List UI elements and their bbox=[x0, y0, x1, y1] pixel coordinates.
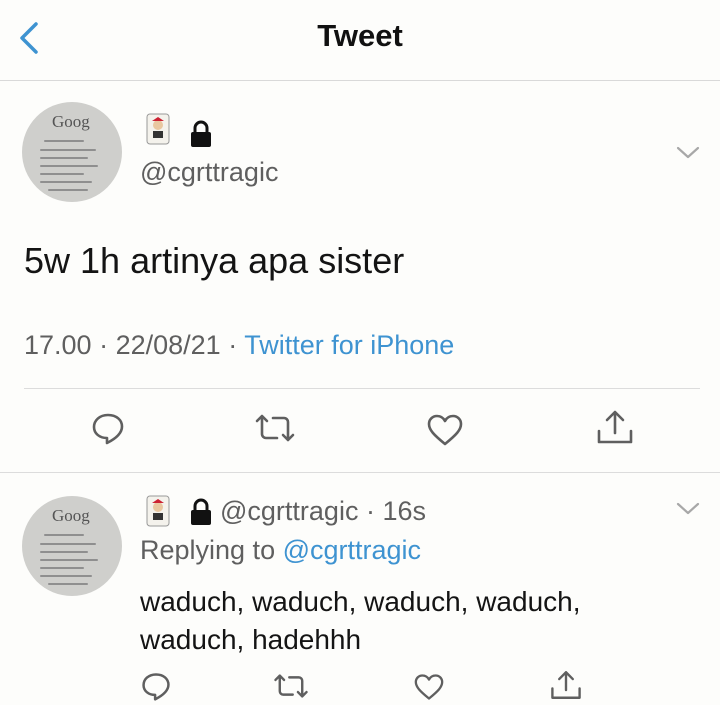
like-button[interactable] bbox=[426, 413, 464, 447]
reply-age: 16s bbox=[382, 496, 426, 526]
share-icon bbox=[597, 410, 633, 444]
reply-handle[interactable]: @cgrttragic bbox=[220, 496, 358, 526]
like-button[interactable] bbox=[413, 673, 445, 701]
retweet-button[interactable] bbox=[272, 672, 310, 700]
tweet-time: 17.00 bbox=[24, 330, 92, 360]
avatar[interactable]: Goog bbox=[22, 102, 122, 202]
more-options-button[interactable] bbox=[676, 146, 700, 160]
reply-header: @cgrttragic · 16s bbox=[220, 496, 426, 526]
tweet-source-link[interactable]: Twitter for iPhone bbox=[244, 330, 454, 360]
tweet-text: 5w 1h artinya apa sister bbox=[24, 240, 405, 281]
reply-icon bbox=[142, 673, 170, 701]
chevron-down-icon bbox=[676, 146, 700, 159]
lock-icon bbox=[188, 498, 214, 526]
author-handle[interactable]: @cgrttragic bbox=[140, 157, 278, 188]
reply-button[interactable] bbox=[140, 670, 172, 702]
like-icon bbox=[414, 674, 444, 700]
retweet-icon bbox=[255, 414, 295, 442]
lock-icon bbox=[188, 120, 214, 148]
retweet-icon bbox=[274, 674, 308, 698]
joker-emoji-icon bbox=[145, 494, 171, 528]
reply-text: waduch, waduch, waduch, waduch, waduch, … bbox=[140, 586, 581, 655]
like-icon bbox=[427, 414, 463, 446]
page-title: Tweet bbox=[317, 18, 403, 53]
more-options-button[interactable] bbox=[676, 502, 700, 516]
header-divider bbox=[0, 80, 720, 81]
tweet-date: 22/08/21 bbox=[115, 330, 221, 360]
divider bbox=[0, 472, 720, 473]
reply-icon bbox=[92, 413, 124, 445]
reply-button[interactable] bbox=[90, 410, 126, 446]
retweet-button[interactable] bbox=[253, 412, 297, 444]
chevron-down-icon bbox=[676, 502, 700, 515]
share-button[interactable] bbox=[549, 668, 583, 702]
share-icon bbox=[551, 671, 581, 699]
avatar-text: Goog bbox=[52, 506, 90, 525]
replying-label: Replying to bbox=[140, 535, 276, 565]
replying-to: Replying to @cgrttragic bbox=[140, 535, 421, 566]
joker-emoji-icon bbox=[145, 112, 171, 146]
tweet-meta: 17.00 · 22/08/21 · Twitter for iPhone bbox=[24, 330, 455, 360]
replying-to-mention[interactable]: @cgrttragic bbox=[283, 535, 421, 565]
share-button[interactable] bbox=[595, 407, 635, 447]
divider bbox=[24, 388, 700, 389]
avatar-text: Goog bbox=[52, 112, 90, 131]
avatar[interactable]: Goog bbox=[22, 496, 122, 596]
